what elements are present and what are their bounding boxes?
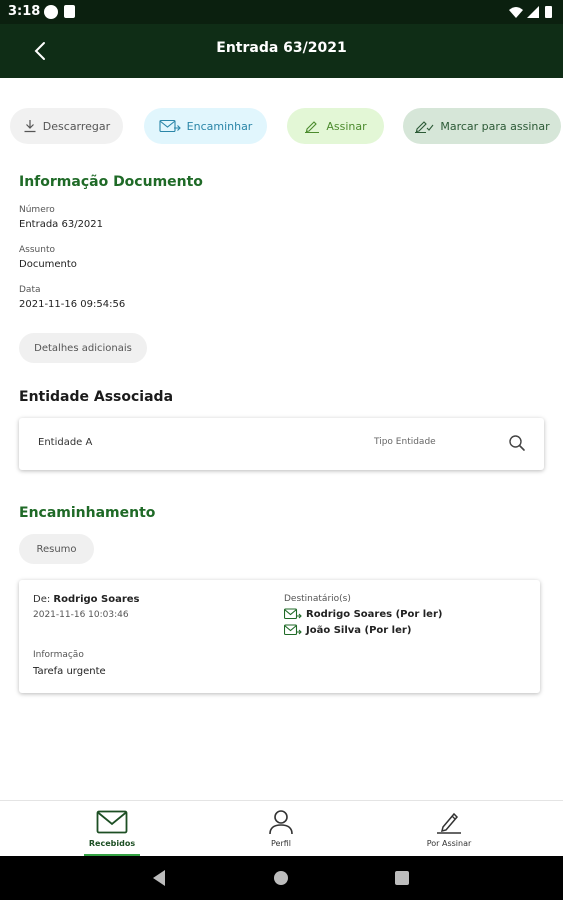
recipient-item: João Silva (Por ler) <box>284 624 411 636</box>
recipient-text: Rodrigo Soares (Por ler) <box>306 608 443 620</box>
sign-label: Assinar <box>326 119 367 133</box>
system-back-icon[interactable] <box>153 870 165 886</box>
forward-mail-icon <box>284 624 302 636</box>
info-value: Tarefa urgente <box>33 666 106 677</box>
date-label: Data <box>19 285 41 295</box>
page-title: Entrada 63/2021 <box>216 40 347 56</box>
nav-item-profile[interactable]: Perfil <box>221 801 341 857</box>
forward-mail-icon <box>159 119 181 133</box>
entity-name: Entidade A <box>38 437 93 448</box>
from-line: De: Rodrigo Soares <box>33 594 140 605</box>
mail-icon <box>96 810 128 834</box>
system-recents-icon[interactable] <box>395 871 409 885</box>
download-icon <box>24 120 36 133</box>
download-label: Descarregar <box>42 119 111 133</box>
date-value: 2021-11-16 09:54:56 <box>19 299 126 310</box>
mark-to-sign-label: Marcar para assinar <box>440 119 550 133</box>
system-home-icon[interactable] <box>274 871 288 885</box>
info-label: Informação <box>33 650 84 660</box>
from-name: Rodrigo Soares <box>53 594 140 605</box>
sd-card-icon <box>64 5 75 18</box>
pen-check-icon <box>415 121 434 133</box>
pen-icon <box>305 121 320 133</box>
nav-item-to-sign[interactable]: Por Assinar <box>389 801 509 857</box>
recipient-item: Rodrigo Soares (Por ler) <box>284 608 442 620</box>
bottom-navigation: Recebidos Perfil Por Assinar <box>0 800 563 857</box>
entity-card[interactable]: Entidade A Tipo Entidade <box>19 418 544 470</box>
person-icon <box>269 810 293 835</box>
subject-value: Documento <box>19 259 77 270</box>
associated-entity-title: Entidade Associada <box>19 389 174 405</box>
forwarding-card[interactable]: De: Rodrigo Soares 2021-11-16 10:03:46 D… <box>19 580 540 693</box>
entity-type-label: Tipo Entidade <box>374 437 436 447</box>
status-bar: 3:18 <box>0 0 563 24</box>
nav-label-to-sign: Por Assinar <box>426 839 472 848</box>
forward-mail-icon <box>284 608 302 620</box>
recipient-text: João Silva (Por ler) <box>306 624 412 636</box>
system-navigation-bar <box>0 856 563 900</box>
number-label: Número <box>19 205 55 215</box>
search-icon[interactable] <box>508 434 526 452</box>
status-time: 3:18 <box>8 4 41 19</box>
nav-item-received[interactable]: Recebidos <box>52 801 172 857</box>
nav-label-profile: Perfil <box>270 839 291 848</box>
from-label: De: <box>33 594 51 605</box>
subject-label: Assunto <box>19 245 55 255</box>
notification-icon <box>44 5 58 19</box>
sign-pen-icon <box>437 812 461 834</box>
download-button[interactable]: Descarregar <box>10 108 123 144</box>
forwarding-title: Encaminhamento <box>19 505 156 521</box>
forward-date: 2021-11-16 10:03:46 <box>33 610 129 620</box>
mark-to-sign-button[interactable]: Marcar para assinar <box>403 108 561 144</box>
nav-label-received: Recebidos <box>88 839 136 848</box>
additional-details-button[interactable]: Detalhes adicionais <box>19 333 147 363</box>
forward-button[interactable]: Encaminhar <box>144 108 267 144</box>
document-info-title: Informação Documento <box>19 174 203 190</box>
recipients-label: Destinatário(s) <box>284 594 351 604</box>
sign-button[interactable]: Assinar <box>287 108 384 144</box>
wifi-battery-icon <box>509 6 552 18</box>
forward-label: Encaminhar <box>186 119 253 133</box>
app-bar: Entrada 63/2021 <box>0 24 563 78</box>
summary-button[interactable]: Resumo <box>19 534 94 564</box>
number-value: Entrada 63/2021 <box>19 219 104 230</box>
